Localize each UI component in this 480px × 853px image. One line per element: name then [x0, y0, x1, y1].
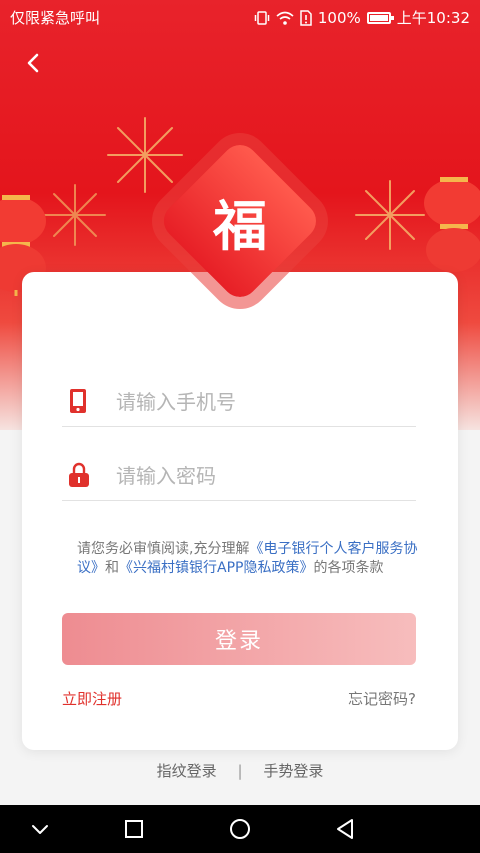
battery-icon [366, 11, 394, 24]
fingerprint-login-link[interactable]: 指纹登录 [157, 762, 217, 780]
vibrate-icon [254, 10, 270, 25]
phone-icon [70, 389, 86, 413]
back-nav-icon[interactable] [334, 817, 358, 841]
agreement-outro: 的各项条款 [313, 560, 384, 576]
phone-field [62, 376, 416, 427]
firework-decoration [355, 180, 425, 250]
password-field [62, 450, 416, 501]
agreement-text: 请您务必审慎阅读,充分理解《电子银行个人客户服务协议》和《兴福村镇银行APP隐私… [77, 540, 427, 578]
separator: | [237, 762, 243, 780]
lantern-decoration [424, 177, 480, 272]
agreement-and: 和 [105, 560, 119, 576]
alternative-login: 指纹登录 | 手势登录 [0, 760, 480, 781]
login-card [22, 272, 458, 750]
firework-decoration [107, 117, 183, 193]
wifi-icon [276, 11, 294, 25]
login-button[interactable]: 登录 [62, 613, 416, 665]
back-icon[interactable] [18, 48, 48, 78]
firework-decoration [44, 184, 106, 246]
system-nav-bar [0, 805, 480, 853]
status-bar: 仅限紧急呼叫 100% 上午10:32 [0, 0, 480, 34]
register-link[interactable]: 立即注册 [62, 688, 122, 709]
recent-apps-icon[interactable] [122, 817, 146, 841]
clock: 上午10:32 [396, 9, 470, 27]
chevron-down-icon[interactable] [28, 817, 52, 841]
forgot-password-link[interactable]: 忘记密码? [348, 688, 416, 709]
carrier-status: 仅限紧急呼叫 [10, 9, 101, 27]
bank-logo-char: 福 [213, 193, 267, 258]
phone-input[interactable] [114, 384, 408, 420]
lock-icon [69, 462, 89, 487]
privacy-policy-link[interactable]: 《兴福村镇银行APP隐私政策》 [119, 560, 313, 576]
gesture-login-link[interactable]: 手势登录 [263, 762, 323, 780]
sim-alert-icon [300, 9, 312, 26]
password-input[interactable] [114, 458, 408, 494]
battery-percent: 100% [317, 8, 361, 27]
agreement-intro: 请您务必审慎阅读,充分理解 [77, 541, 250, 557]
bank-logo: 福 [181, 162, 299, 280]
home-icon[interactable] [228, 817, 252, 841]
